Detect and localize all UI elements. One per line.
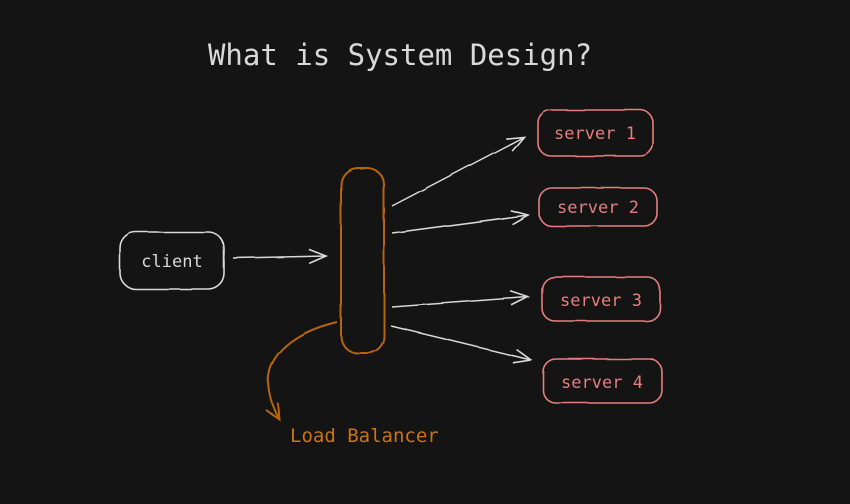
arrow-client-to-load-balancer bbox=[232, 248, 329, 265]
arrow-load-balancer-to-server-3 bbox=[391, 290, 531, 308]
load-balancer-box bbox=[340, 167, 385, 354]
server-3-label: server 3 bbox=[560, 291, 642, 311]
load-balancer-annotation-arrow bbox=[264, 321, 338, 422]
system-design-diagram: What is System Design? client server 1 s… bbox=[119, 38, 663, 447]
diagram-canvas: What is System Design? client server 1 s… bbox=[0, 0, 850, 504]
server-4-label: server 4 bbox=[561, 373, 643, 393]
load-balancer-label: Load Balancer bbox=[290, 425, 439, 447]
server-1-label: server 1 bbox=[554, 124, 636, 144]
server-2-label: server 2 bbox=[557, 198, 639, 218]
arrow-load-balancer-to-server-1 bbox=[391, 136, 526, 207]
client-label: client bbox=[141, 252, 202, 272]
diagram-title: What is System Design? bbox=[208, 38, 592, 72]
arrow-load-balancer-to-server-4 bbox=[390, 325, 534, 364]
arrow-load-balancer-to-server-2 bbox=[391, 209, 531, 234]
